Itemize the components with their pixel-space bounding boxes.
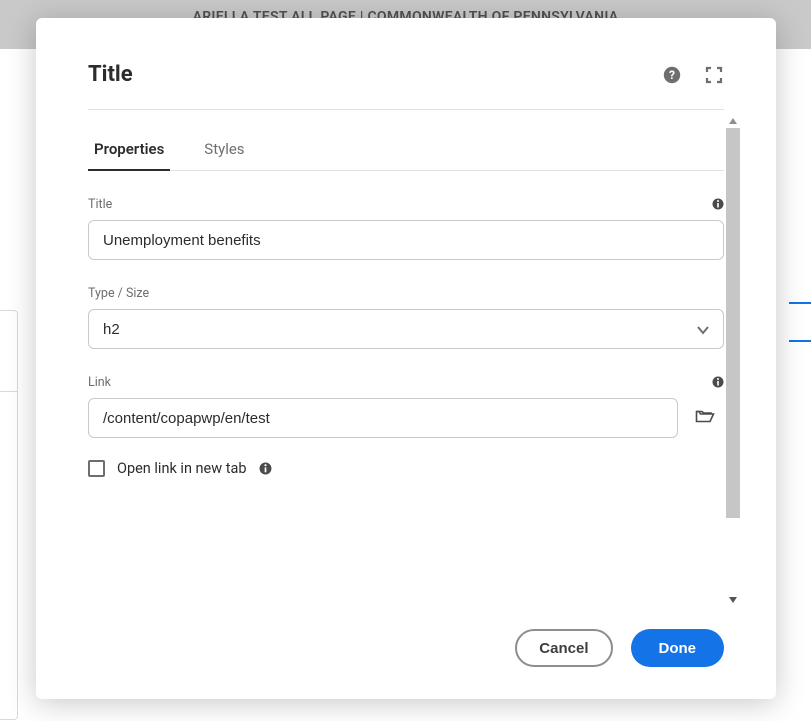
dialog-footer: Cancel Done	[36, 605, 776, 699]
browse-button[interactable]	[686, 398, 724, 438]
tabs: Properties Styles	[88, 132, 724, 171]
background-blue-line	[789, 340, 811, 342]
type-size-select[interactable]	[88, 309, 724, 349]
link-field-label: Link	[88, 375, 724, 390]
tab-styles[interactable]: Styles	[198, 132, 250, 170]
link-row	[88, 398, 724, 438]
title-input[interactable]	[88, 220, 724, 260]
scroll-thumb[interactable]	[726, 128, 740, 518]
info-icon[interactable]	[259, 462, 272, 475]
background-panel-divider	[0, 310, 18, 392]
svg-text:?: ?	[669, 68, 675, 82]
scroll-up-icon[interactable]	[729, 118, 737, 124]
link-input[interactable]	[88, 398, 678, 438]
dialog-body: Properties Styles Title Type / Size	[88, 116, 742, 605]
scrollbar[interactable]	[724, 116, 742, 605]
tab-properties[interactable]: Properties	[88, 132, 170, 170]
type-size-label: Type / Size	[88, 286, 724, 301]
field-link: Link	[88, 375, 724, 438]
open-new-tab-row: Open link in new tab	[88, 460, 724, 477]
help-icon[interactable]: ?	[662, 65, 682, 85]
title-dialog: Title ? Properties Styles Title	[36, 18, 776, 699]
folder-open-icon	[695, 408, 715, 428]
fullscreen-icon[interactable]	[704, 65, 724, 85]
info-icon[interactable]	[712, 373, 724, 385]
dialog-title: Title	[88, 62, 640, 87]
field-title: Title	[88, 197, 724, 260]
title-field-label: Title	[88, 197, 724, 212]
dialog-header: Title ?	[36, 18, 776, 101]
type-size-select-wrap	[88, 309, 724, 349]
done-button[interactable]: Done	[631, 629, 725, 667]
info-icon[interactable]	[712, 195, 724, 207]
cancel-button[interactable]: Cancel	[515, 629, 612, 667]
dialog-body-wrap: Properties Styles Title Type / Size	[88, 116, 742, 605]
header-divider	[88, 109, 724, 110]
open-new-tab-label: Open link in new tab	[117, 460, 247, 477]
background-blue-line	[789, 302, 811, 304]
scroll-down-icon[interactable]	[729, 597, 737, 603]
open-new-tab-checkbox[interactable]	[88, 460, 105, 477]
field-type-size: Type / Size	[88, 286, 724, 349]
